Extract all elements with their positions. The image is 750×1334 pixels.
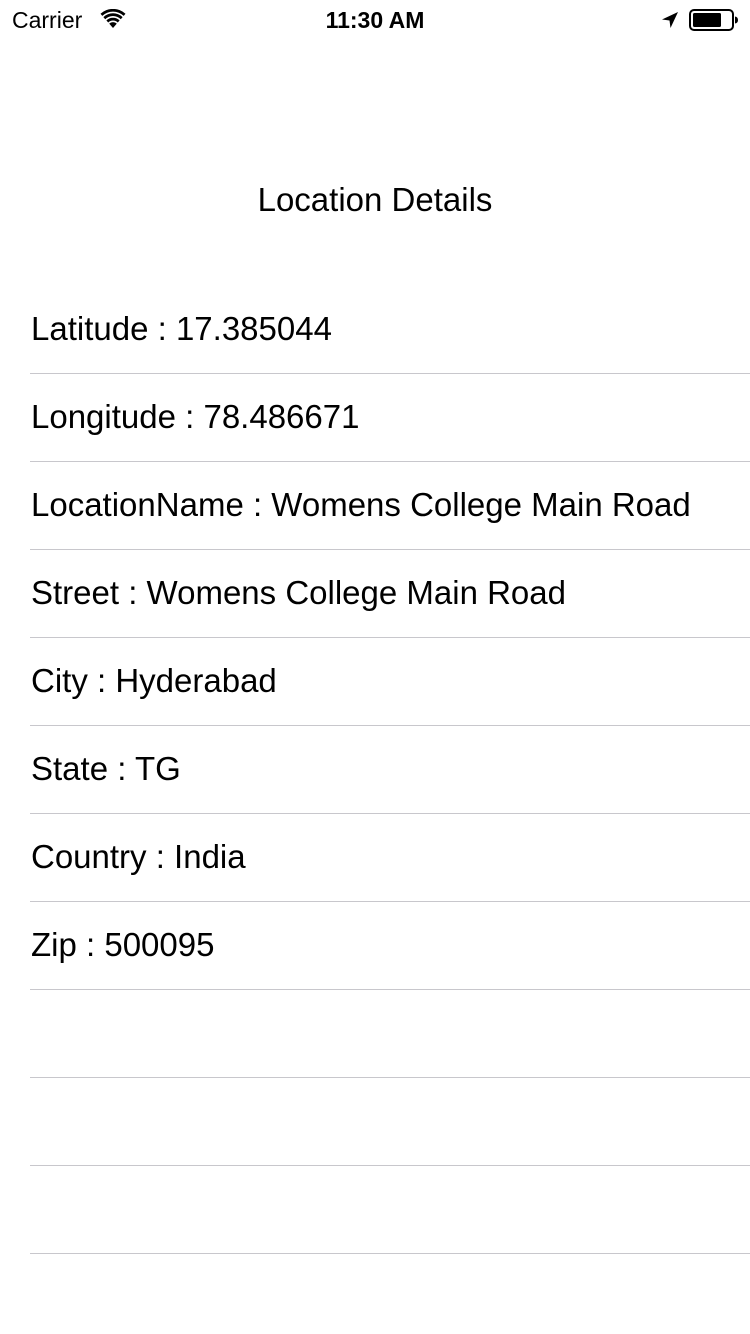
table-row-street[interactable]: Street : Womens College Main Road <box>30 550 750 638</box>
table-row-longitude[interactable]: Longitude : 78.486671 <box>30 374 750 462</box>
country-label: Country : India <box>31 838 246 875</box>
zip-label: Zip : 500095 <box>31 926 215 963</box>
page-title: Location Details <box>257 181 493 218</box>
latitude-label: Latitude : 17.385044 <box>31 310 332 347</box>
street-label: Street : Womens College Main Road <box>31 574 566 611</box>
table-row-country[interactable]: Country : India <box>30 814 750 902</box>
longitude-label: Longitude : 78.486671 <box>31 398 360 435</box>
state-label: State : TG <box>31 750 181 787</box>
city-label: City : Hyderabad <box>31 662 277 699</box>
table-row-empty <box>30 990 750 1078</box>
table-row-empty <box>30 1078 750 1166</box>
battery-icon <box>689 9 738 31</box>
table-row-empty <box>30 1166 750 1254</box>
table-row-latitude[interactable]: Latitude : 17.385044 <box>30 286 750 374</box>
table-row-state[interactable]: State : TG <box>30 726 750 814</box>
status-time: 11:30 AM <box>325 7 425 33</box>
table-row-city[interactable]: City : Hyderabad <box>30 638 750 726</box>
location-name-label: LocationName : Womens College Main Road <box>31 486 691 523</box>
location-details-table: Latitude : 17.385044 Longitude : 78.4866… <box>0 286 750 1254</box>
status-bar: Carrier 11:30 AM <box>0 0 750 40</box>
table-row-zip[interactable]: Zip : 500095 <box>30 902 750 990</box>
table-row-location-name[interactable]: LocationName : Womens College Main Road <box>30 462 750 550</box>
location-arrow-icon <box>662 12 678 28</box>
